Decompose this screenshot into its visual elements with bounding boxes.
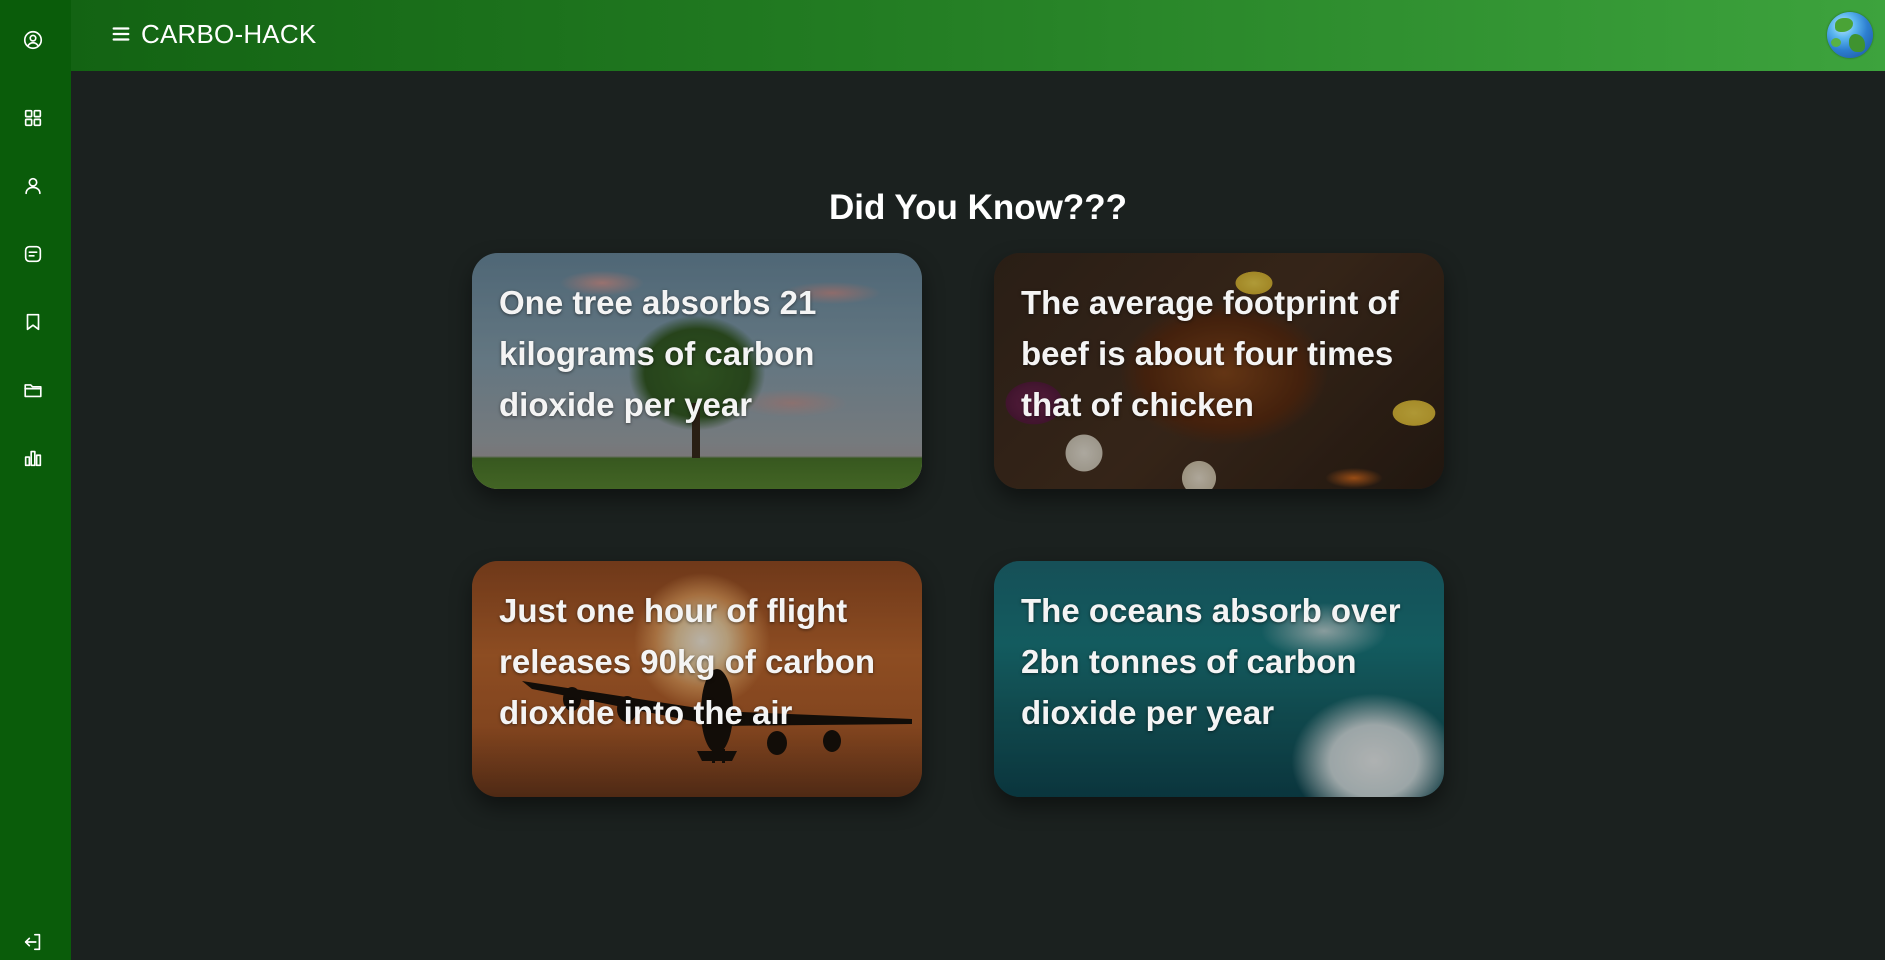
fact-card-flight[interactable]: Just one hour of flight releases 90kg of… — [472, 561, 922, 797]
user-icon[interactable] — [20, 173, 46, 199]
fact-text: The average footprint of beef is about f… — [1021, 284, 1399, 423]
fact-text: The oceans absorb over 2bn tonnes of car… — [1021, 592, 1401, 731]
bar-chart-icon[interactable] — [20, 445, 46, 471]
section-title: Did You Know??? — [828, 188, 1128, 227]
logout-icon[interactable] — [20, 929, 46, 955]
top-app-bar: CARBO-HACK — [71, 0, 1885, 71]
fact-text: Just one hour of flight releases 90kg of… — [499, 592, 876, 731]
globe-avatar-icon[interactable] — [1827, 12, 1873, 58]
message-icon[interactable] — [20, 241, 46, 267]
grid-icon[interactable] — [20, 105, 46, 131]
fact-card-tree[interactable]: One tree absorbs 21 kilograms of carbon … — [472, 253, 922, 489]
brand-title: CARBO-HACK — [141, 19, 317, 49]
fact-card-beef[interactable]: The average footprint of beef is about f… — [994, 253, 1444, 489]
folder-icon[interactable] — [20, 377, 46, 403]
sidebar — [0, 0, 71, 960]
fact-card-ocean[interactable]: The oceans absorb over 2bn tonnes of car… — [994, 561, 1444, 797]
user-circle-icon[interactable] — [20, 27, 46, 53]
bookmark-icon[interactable] — [20, 309, 46, 335]
menu-icon[interactable] — [109, 22, 133, 46]
fact-text: One tree absorbs 21 kilograms of carbon … — [499, 284, 817, 423]
